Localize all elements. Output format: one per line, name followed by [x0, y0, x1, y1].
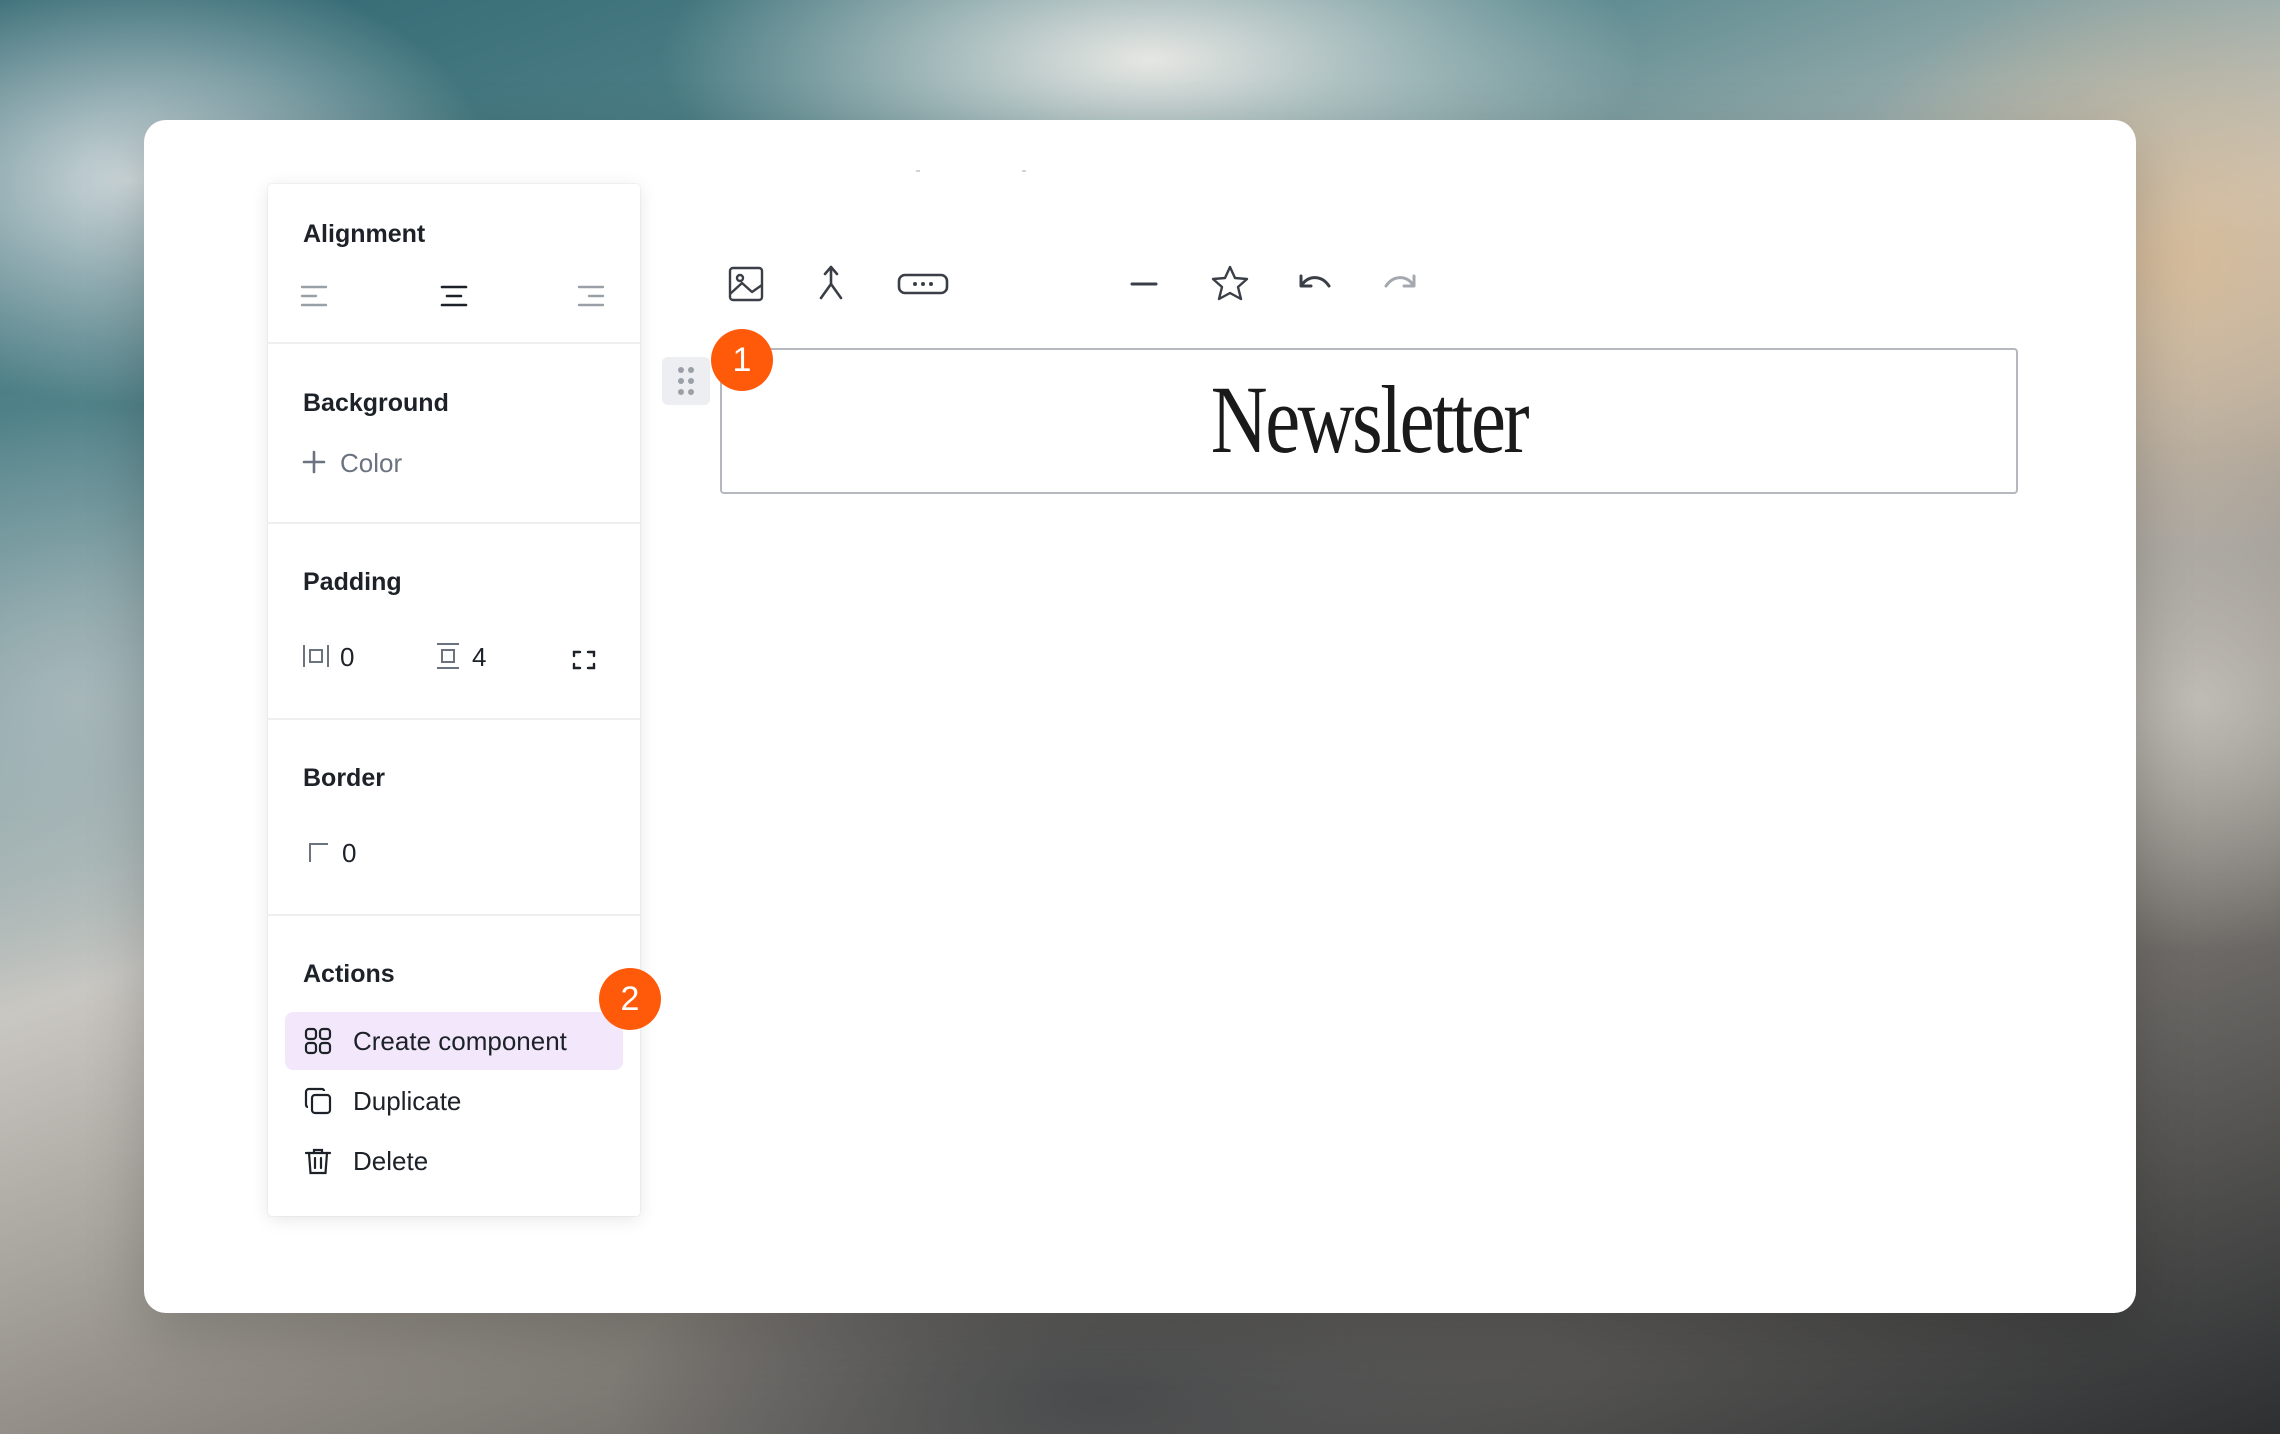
speck: [1022, 170, 1026, 172]
undo-icon[interactable]: [1287, 256, 1343, 312]
heading-block[interactable]: Newsletter: [720, 348, 2018, 494]
background-section: Background Color: [268, 342, 640, 524]
border-title: Border: [303, 764, 385, 792]
editor-window: Alignment Background Color Padding 0 4 B…: [144, 120, 2136, 1313]
padding-horizontal-icon: [303, 645, 329, 667]
divider-icon[interactable]: [1116, 256, 1172, 312]
plus-icon: [302, 450, 326, 474]
padding-vertical-icon: [437, 643, 459, 669]
duplicate-button[interactable]: Duplicate: [285, 1072, 623, 1130]
actions-title: Actions: [303, 960, 395, 988]
duplicate-icon: [304, 1087, 332, 1115]
newsletter-heading[interactable]: Newsletter: [838, 364, 1899, 475]
align-right-icon[interactable]: [575, 280, 607, 312]
trash-icon: [304, 1148, 332, 1175]
redo-icon[interactable]: [1372, 256, 1428, 312]
image-icon[interactable]: [718, 256, 774, 312]
padding-title: Padding: [303, 568, 402, 596]
star-icon[interactable]: [1202, 256, 1258, 312]
padding-horizontal-field[interactable]: 0: [302, 636, 382, 676]
actions-section: Actions Create component Duplicate Delet…: [268, 914, 640, 1216]
add-color-button[interactable]: Color: [300, 442, 430, 482]
align-center-icon[interactable]: [438, 280, 470, 312]
drag-dots-icon: [678, 367, 694, 395]
button-icon[interactable]: [888, 256, 958, 312]
border-section: Border 0: [268, 718, 640, 916]
corner-radius-icon: [309, 843, 328, 862]
padding-horizontal-value: 0: [340, 642, 355, 672]
create-component-label: Create component: [353, 1026, 567, 1056]
delete-button[interactable]: Delete: [285, 1132, 623, 1190]
padding-vertical-field[interactable]: 4: [434, 636, 514, 676]
padding-section: Padding 0 4: [268, 522, 640, 720]
step-badge-1: 1: [711, 329, 773, 391]
background-title: Background: [303, 389, 449, 417]
settings-panel: Alignment Background Color Padding 0 4 B…: [268, 184, 640, 1216]
speck: [916, 170, 920, 172]
duplicate-label: Duplicate: [353, 1086, 462, 1116]
padding-vertical-value: 4: [472, 642, 487, 672]
alignment-section: Alignment: [268, 184, 640, 344]
border-radius-value: 0: [342, 838, 357, 868]
delete-label: Delete: [353, 1146, 429, 1176]
step-badge-2: 2: [599, 968, 661, 1030]
merge-icon[interactable]: [803, 256, 859, 312]
drag-handle[interactable]: [662, 357, 710, 405]
component-icon: [304, 1027, 332, 1055]
alignment-title: Alignment: [303, 220, 426, 248]
align-left-icon[interactable]: [298, 280, 330, 312]
padding-individual-icon[interactable]: [570, 646, 598, 674]
add-color-label: Color: [340, 448, 403, 478]
create-component-button[interactable]: Create component: [285, 1012, 623, 1070]
border-radius-field[interactable]: 0: [304, 832, 384, 872]
